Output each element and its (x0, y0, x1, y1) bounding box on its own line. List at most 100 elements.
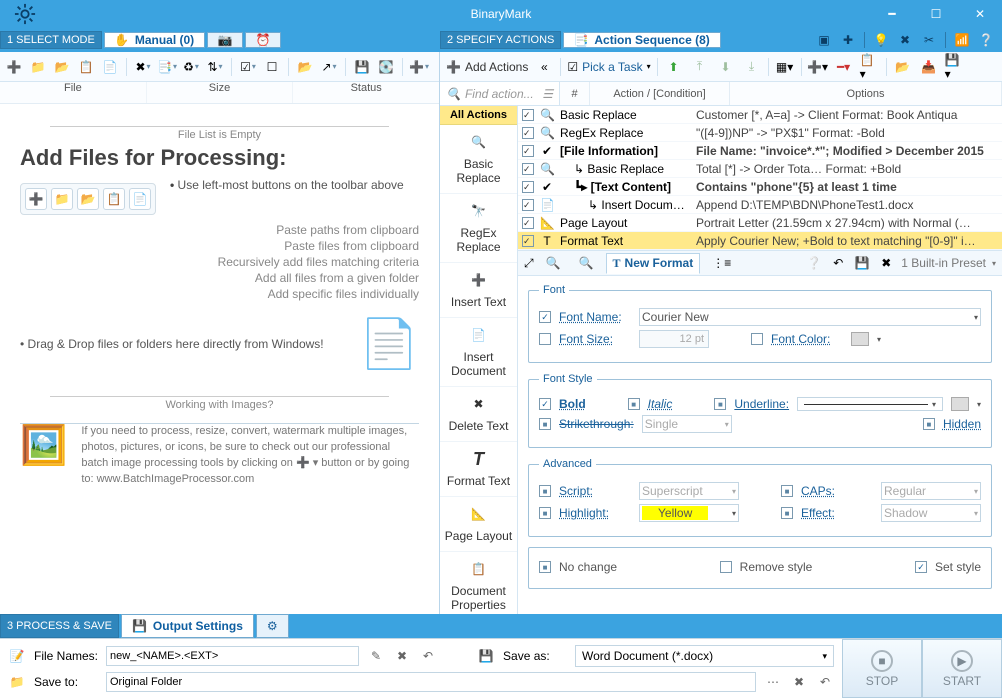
add-recursive-icon[interactable]: 📂 (52, 57, 72, 77)
chk-caps[interactable] (781, 485, 793, 497)
tab-extra[interactable]: ⋮≡ (706, 254, 737, 272)
palette-insert-text[interactable]: ➕Insert Text (440, 263, 517, 318)
settings-gear-icon[interactable] (0, 3, 50, 25)
help-tab-icon[interactable]: ❔ (805, 254, 823, 272)
palette-basic-replace[interactable]: 🔍Basic Replace (440, 125, 517, 194)
palette-all[interactable]: All Actions (440, 106, 517, 125)
action-row[interactable]: ✔┗▸ [Text Content]Contains "phone"{5} at… (518, 178, 1002, 196)
tools-icon[interactable]: ✖ (897, 32, 913, 48)
export-icon[interactable]: ↗ (319, 57, 339, 77)
remove-icon[interactable]: ✖ (133, 57, 153, 77)
radio-nochange[interactable] (539, 561, 551, 573)
row-checkbox[interactable] (522, 109, 534, 121)
loadlist-icon[interactable]: 💽 (376, 57, 396, 77)
tab-output-gear[interactable]: ⚙ (256, 614, 289, 638)
input-font-size[interactable] (639, 330, 709, 348)
palette-format-text[interactable]: TFormat Text (440, 442, 517, 497)
col-size[interactable]: Size (147, 82, 294, 103)
filenames-input[interactable] (106, 646, 359, 666)
row-checkbox[interactable] (522, 235, 534, 247)
combo-strike[interactable]: Single▾ (642, 415, 732, 433)
action-row[interactable]: 🔍RegEx Replace"([4-9])NP" -> "PX$1" Form… (518, 124, 1002, 142)
col-options[interactable]: Options (730, 82, 1002, 105)
maximize-button[interactable]: ☐ (914, 0, 958, 28)
tab-action-sequence[interactable]: 📑 Action Sequence (8) (563, 32, 720, 48)
palette-page-layout[interactable]: 📐Page Layout (440, 497, 517, 552)
preset-label[interactable]: 1 Built-in Preset (901, 256, 986, 270)
step-2-label[interactable]: 2 SPECIFY ACTIONS (440, 31, 561, 49)
import-seq-icon[interactable]: 📥 (919, 57, 939, 77)
row-checkbox[interactable] (522, 181, 534, 193)
row-checkbox[interactable] (522, 145, 534, 157)
checkall-icon[interactable]: ☑ (238, 57, 258, 77)
row-checkbox[interactable] (522, 127, 534, 139)
insert-action-icon[interactable]: ➕▾ (808, 57, 828, 77)
palette-insert-doc[interactable]: 📄Insert Document (440, 318, 517, 387)
duplicate-action-icon[interactable]: 📋▾ (860, 57, 880, 77)
tab-manual[interactable]: ✋ Manual (0) (104, 32, 205, 48)
tab-zoom2[interactable]: 🔍 (573, 254, 600, 272)
action-row[interactable]: 📄↳ Insert Docum…Append D:\TEMP\BDN\Phone… (518, 196, 1002, 214)
paste-files-icon[interactable]: 📋 (76, 57, 96, 77)
stop-button[interactable]: ■ STOP (842, 639, 922, 698)
row-checkbox[interactable] (522, 199, 534, 211)
action-row[interactable]: 🔍↳ Basic ReplaceTotal [*] -> Order Tota…… (518, 160, 1002, 178)
underline-color-swatch[interactable] (951, 397, 969, 411)
bulb-icon[interactable]: 💡 (873, 32, 889, 48)
open-seq-icon[interactable]: 📂 (893, 57, 913, 77)
savelist-icon[interactable]: 💾 (352, 57, 372, 77)
combo-highlight[interactable]: Yellow▾ (639, 504, 739, 522)
col-file[interactable]: File (0, 82, 147, 103)
tab-clock[interactable]: ⏰ (245, 32, 281, 48)
chk-underline[interactable] (714, 398, 726, 410)
add-folder-icon[interactable]: 📁 (28, 57, 48, 77)
chk-hidden[interactable] (923, 418, 935, 430)
tab-output-settings[interactable]: 💾 Output Settings (121, 614, 254, 638)
step-1-label[interactable]: 1 SELECT MODE (0, 31, 102, 49)
lbl-effect[interactable]: Effect: (801, 506, 873, 520)
chk-strike[interactable] (539, 418, 551, 430)
combo-effect[interactable]: Shadow▾ (881, 504, 981, 522)
open-icon[interactable]: 📂 (295, 57, 315, 77)
copy-icon[interactable]: 📑 (157, 57, 177, 77)
action-grid[interactable]: 🔍Basic ReplaceCustomer [*, A=a] -> Clien… (518, 106, 1002, 250)
action-row[interactable]: ✔[File Information]File Name: "invoice*.… (518, 142, 1002, 160)
move-up-icon[interactable]: ⬆ (664, 57, 684, 77)
start-button[interactable]: ▶ START (922, 639, 1002, 698)
lbl-script[interactable]: Script: (559, 484, 631, 498)
console-icon[interactable]: ▣ (816, 32, 832, 48)
row-checkbox[interactable] (522, 163, 534, 175)
move-bottom-icon[interactable]: ⤓ (742, 57, 762, 77)
group-icon[interactable]: ▦▾ (775, 57, 795, 77)
lbl-font-name[interactable]: Font Name: (559, 310, 631, 324)
palette-regex-replace[interactable]: 🔭RegEx Replace (440, 194, 517, 263)
saveto-clear-icon[interactable]: ✖ (790, 673, 808, 691)
tab-zoom1[interactable]: 🔍 (540, 254, 567, 272)
lbl-highlight[interactable]: Highlight: (559, 506, 631, 520)
col-action[interactable]: Action / [Condition] (590, 82, 730, 105)
palette-doc-props[interactable]: 📋Document Properties (440, 552, 517, 614)
col-status[interactable]: Status (293, 82, 439, 103)
add-file-icon[interactable]: ➕ (4, 57, 24, 77)
paste-paths-icon[interactable]: 📄 (100, 57, 120, 77)
uncheckall-icon[interactable]: ☐ (262, 57, 282, 77)
add-actions-label[interactable]: Add Actions (465, 60, 528, 74)
lbl-font-size[interactable]: Font Size: (559, 332, 631, 346)
filenames-undo-icon[interactable]: ↶ (419, 647, 437, 665)
saveas-combo[interactable]: Word Document (*.docx)▾ (575, 645, 834, 667)
step-3-label[interactable]: 3 PROCESS & SAVE (0, 614, 119, 638)
chk-highlight[interactable] (539, 507, 551, 519)
combo-caps[interactable]: Regular▾ (881, 482, 981, 500)
wrench-icon[interactable]: ✂ (921, 32, 937, 48)
zoom-icon[interactable]: ⤢ (524, 256, 534, 271)
saveto-browse-icon[interactable]: ⋯ (764, 673, 782, 691)
tab-new-format[interactable]: TNew Format (606, 253, 701, 274)
underline-preview[interactable]: ▾ (797, 397, 943, 411)
chk-font-size[interactable] (539, 333, 551, 345)
chk-italic[interactable] (628, 398, 640, 410)
action-row[interactable]: TFormat TextApply Courier New; +Bold to … (518, 232, 1002, 250)
lbl-caps[interactable]: CAPs: (801, 484, 873, 498)
combo-script[interactable]: Superscript▾ (639, 482, 739, 500)
wifi-icon[interactable]: 📶 (954, 32, 970, 48)
collapse-icon[interactable]: « (534, 57, 554, 77)
